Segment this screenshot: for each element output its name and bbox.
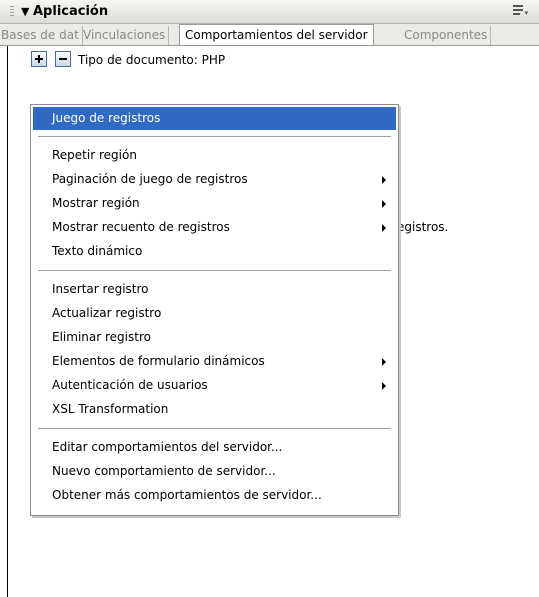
menu-item-actualizar-registro[interactable]: Actualizar registro	[33, 302, 396, 325]
menu-item-xsl-transformation[interactable]: XSL Transformation	[33, 398, 396, 421]
menu-item-paginacion[interactable]: Paginación de juego de registros	[33, 168, 396, 191]
panel-title[interactable]: Aplicación	[33, 4, 108, 19]
tab-vinculaciones[interactable]: Vinculaciones	[80, 26, 170, 45]
submenu-arrow-icon	[382, 358, 386, 366]
menu-separator	[38, 270, 391, 271]
menu-item-label: Nuevo comportamiento de servidor...	[52, 464, 276, 478]
menu-item-elementos-formulario[interactable]: Elementos de formulario dinámicos	[33, 350, 396, 373]
menu-separator	[38, 428, 391, 429]
tab-componentes[interactable]: Componentes	[401, 26, 492, 45]
menu-item-label: Juego de registros	[52, 111, 161, 125]
minus-icon[interactable]	[55, 51, 71, 67]
menu-item-label: Actualizar registro	[52, 306, 162, 320]
menu-item-autenticacion[interactable]: Autenticación de usuarios	[33, 374, 396, 397]
panel-header[interactable]: ▼ Aplicación ▾	[0, 0, 539, 24]
background-panel-text: egistros.	[397, 220, 449, 234]
menu-item-mostrar-recuento[interactable]: Mostrar recuento de registros	[33, 216, 396, 239]
menu-item-label: Mostrar recuento de registros	[52, 220, 230, 234]
menu-item-texto-dinamico[interactable]: Texto dinámico	[33, 240, 396, 263]
menu-item-label: Autenticación de usuarios	[52, 378, 208, 392]
plus-icon[interactable]	[31, 51, 47, 67]
document-type-label: Tipo de documento: PHP	[78, 53, 226, 67]
toolbar: Tipo de documento: PHP	[0, 46, 539, 72]
menu-item-editar-comportamientos[interactable]: Editar comportamientos del servidor...	[33, 436, 396, 459]
menu-item-label: Elementos de formulario dinámicos	[52, 354, 265, 368]
menu-item-insertar-registro[interactable]: Insertar registro	[33, 278, 396, 301]
menu-separator	[38, 136, 391, 137]
menu-item-juego-de-registros[interactable]: Juego de registros	[33, 107, 396, 130]
menu-item-label: Obtener más comportamientos de servidor.…	[52, 488, 322, 502]
menu-item-label: Insertar registro	[52, 282, 149, 296]
server-behaviors-menu: Juego de registros Repetir región Pagina…	[30, 104, 399, 516]
menu-item-label: Repetir región	[52, 148, 137, 162]
tab-bases-de-datos[interactable]: Bases de dat	[0, 26, 83, 45]
grip-icon[interactable]	[10, 6, 14, 18]
menu-item-label: Eliminar registro	[52, 330, 151, 344]
panel-left-border	[7, 0, 8, 597]
menu-item-mostrar-region[interactable]: Mostrar región	[33, 192, 396, 215]
submenu-arrow-icon	[382, 176, 386, 184]
menu-item-eliminar-registro[interactable]: Eliminar registro	[33, 326, 396, 349]
menu-item-repetir-region[interactable]: Repetir región	[33, 144, 396, 167]
menu-item-label: Texto dinámico	[52, 244, 143, 258]
tab-strip: Bases de dat Vinculaciones Comportamient…	[0, 24, 539, 46]
panel-options-icon[interactable]: ▾	[513, 5, 528, 17]
menu-item-label: Editar comportamientos del servidor...	[52, 440, 283, 454]
menu-item-label: Mostrar región	[52, 196, 140, 210]
menu-item-label: XSL Transformation	[52, 402, 169, 416]
submenu-arrow-icon	[382, 224, 386, 232]
collapse-triangle-icon[interactable]: ▼	[21, 5, 29, 18]
menu-item-obtener-mas[interactable]: Obtener más comportamientos de servidor.…	[33, 484, 396, 507]
menu-item-label: Paginación de juego de registros	[52, 172, 248, 186]
tab-comportamientos-del-servidor[interactable]: Comportamientos del servidor	[179, 24, 374, 45]
submenu-arrow-icon	[382, 200, 386, 208]
menu-item-nuevo-comportamiento[interactable]: Nuevo comportamiento de servidor...	[33, 460, 396, 483]
submenu-arrow-icon	[382, 382, 386, 390]
